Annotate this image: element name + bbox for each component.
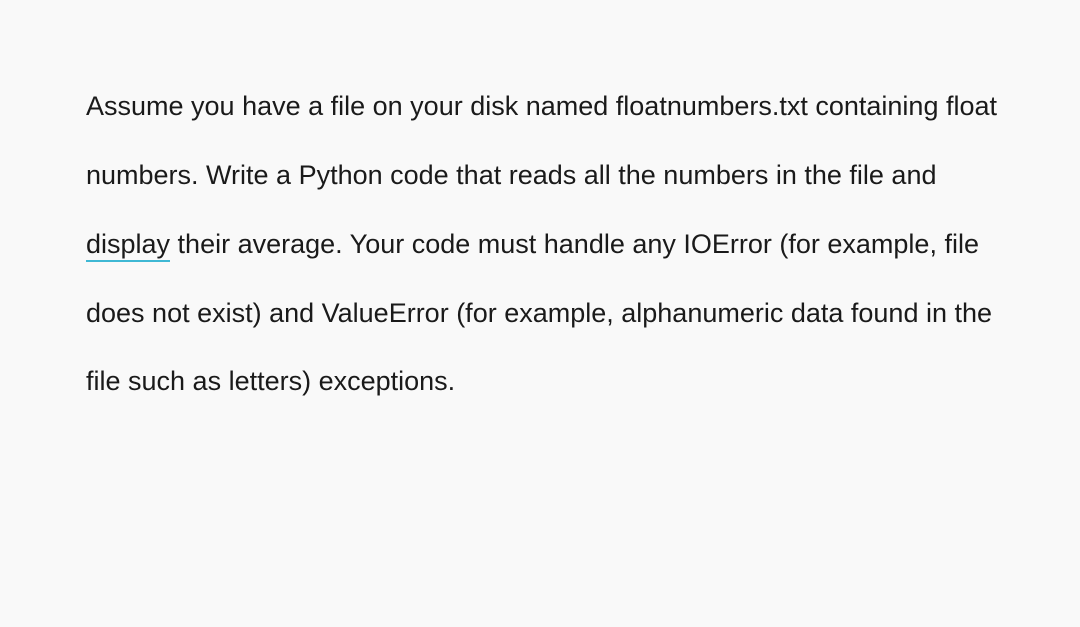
underlined-word: display	[86, 229, 170, 262]
question-text-after: their average. Your code must handle any…	[86, 229, 992, 397]
question-text-before: Assume you have a file on your disk name…	[86, 91, 997, 190]
question-paragraph: Assume you have a file on your disk name…	[86, 72, 1000, 416]
